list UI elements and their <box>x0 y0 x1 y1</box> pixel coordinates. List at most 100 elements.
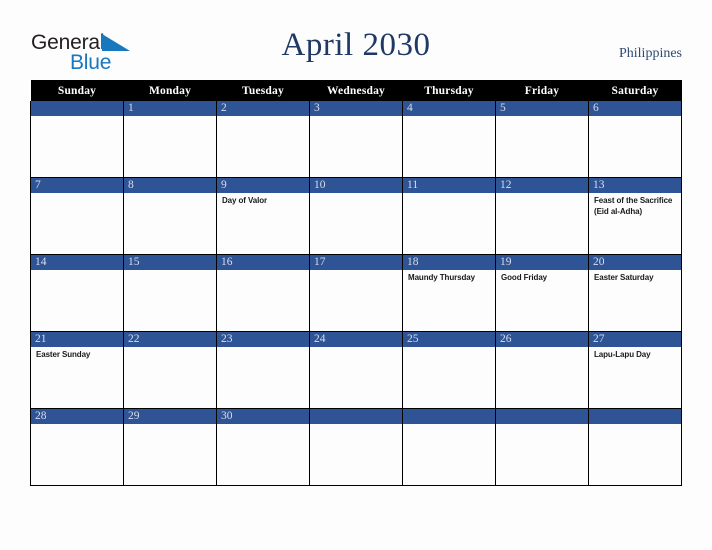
day-number: 19 <box>496 255 588 270</box>
calendar-day-cell[interactable]: 8 <box>123 177 217 255</box>
day-events <box>310 116 402 119</box>
weekday-header-row: Sunday Monday Tuesday Wednesday Thursday… <box>30 80 682 101</box>
day-number: 11 <box>403 178 495 193</box>
calendar-empty-cell <box>588 408 682 486</box>
day-events <box>403 116 495 119</box>
holiday-event: Good Friday <box>501 273 548 282</box>
calendar-day-cell[interactable]: 3 <box>309 101 403 178</box>
calendar-day-cell[interactable]: 16 <box>216 254 310 332</box>
weekday-header-thursday: Thursday <box>402 80 496 101</box>
calendar-empty-cell <box>495 408 589 486</box>
day-events <box>310 270 402 273</box>
day-number <box>310 409 402 424</box>
weekday-header-tuesday: Tuesday <box>216 80 310 101</box>
calendar-day-cell[interactable]: 4 <box>402 101 496 178</box>
calendar-day-cell[interactable]: 12 <box>495 177 589 255</box>
day-number: 4 <box>403 101 495 116</box>
day-number: 6 <box>589 101 681 116</box>
day-number: 9 <box>217 178 309 193</box>
day-events <box>403 424 495 427</box>
day-events <box>496 116 588 119</box>
calendar-day-cell[interactable]: 9 Day of Valor <box>216 177 310 255</box>
day-events <box>496 193 588 196</box>
day-events <box>124 347 216 350</box>
calendar-day-cell[interactable]: 15 <box>123 254 217 332</box>
day-number: 1 <box>124 101 216 116</box>
day-number: 8 <box>124 178 216 193</box>
weekday-header-monday: Monday <box>123 80 217 101</box>
day-number: 17 <box>310 255 402 270</box>
calendar-day-cell[interactable]: 18 Maundy Thursday <box>402 254 496 332</box>
day-events <box>310 193 402 196</box>
day-number <box>31 101 123 116</box>
day-number: 3 <box>310 101 402 116</box>
day-events <box>31 424 123 427</box>
calendar-day-cell[interactable]: 28 <box>30 408 124 486</box>
calendar-day-cell[interactable]: 6 <box>588 101 682 178</box>
calendar-week-row: 7 8 9 Day of Valor 10 11 12 13 Feast of the Sacr… <box>30 177 682 255</box>
day-events <box>217 116 309 119</box>
day-events <box>217 270 309 273</box>
day-events <box>217 347 309 350</box>
day-events <box>31 193 123 196</box>
day-number: 13 <box>589 178 681 193</box>
calendar-day-cell[interactable]: 29 <box>123 408 217 486</box>
day-number: 5 <box>496 101 588 116</box>
calendar-day-cell[interactable]: 26 <box>495 331 589 409</box>
calendar-day-cell[interactable]: 23 <box>216 331 310 409</box>
day-number: 18 <box>403 255 495 270</box>
calendar-day-cell[interactable]: 14 <box>30 254 124 332</box>
calendar-week-row: 21 Easter Sunday 22 23 24 25 26 27 Lapu-Lapu Day <box>30 331 682 409</box>
day-number <box>496 409 588 424</box>
calendar-empty-cell <box>309 408 403 486</box>
day-events: Feast of the Sacrifice (Eid al-Adha) <box>589 193 681 217</box>
calendar-week-row: 123456 <box>30 101 682 178</box>
calendar-day-cell[interactable]: 25 <box>402 331 496 409</box>
country-label: Philippines <box>618 46 682 61</box>
day-number: 21 <box>31 332 123 347</box>
calendar-day-cell[interactable]: 21 Easter Sunday <box>30 331 124 409</box>
weekday-header-sunday: Sunday <box>30 80 124 101</box>
calendar-day-cell[interactable]: 2 <box>216 101 310 178</box>
day-events: Easter Saturday <box>589 270 681 284</box>
day-events: Good Friday <box>496 270 588 284</box>
holiday-event: Lapu-Lapu Day <box>594 350 651 359</box>
day-number: 27 <box>589 332 681 347</box>
day-events <box>403 193 495 196</box>
calendar-empty-cell <box>30 101 124 178</box>
calendar-week-row: 28 29 30 <box>30 408 682 486</box>
calendar-day-cell[interactable]: 11 <box>402 177 496 255</box>
calendar-day-cell[interactable]: 19 Good Friday <box>495 254 589 332</box>
day-events <box>496 424 588 427</box>
day-events <box>124 193 216 196</box>
day-number: 25 <box>403 332 495 347</box>
day-events <box>310 424 402 427</box>
day-events: Maundy Thursday <box>403 270 495 284</box>
calendar-week-row: 14 15 16 17 18 Maundy Thursday 19 Good Friday 20… <box>30 254 682 332</box>
calendar-empty-cell <box>402 408 496 486</box>
calendar-day-cell[interactable]: 30 <box>216 408 310 486</box>
day-events <box>310 347 402 350</box>
calendar-page: General Blue April 2030 Philippines Sund… <box>0 0 712 550</box>
day-events <box>589 116 681 119</box>
day-number: 29 <box>124 409 216 424</box>
calendar-day-cell[interactable]: 22 <box>123 331 217 409</box>
calendar-day-cell[interactable]: 10 <box>309 177 403 255</box>
calendar-day-cell[interactable]: 7 <box>30 177 124 255</box>
calendar-day-cell[interactable]: 5 <box>495 101 589 178</box>
day-number: 23 <box>217 332 309 347</box>
calendar-day-cell[interactable]: 27 Lapu-Lapu Day <box>588 331 682 409</box>
day-events <box>31 116 123 119</box>
calendar-grid: Sunday Monday Tuesday Wednesday Thursday… <box>30 80 682 486</box>
holiday-event: Easter Sunday <box>36 350 91 359</box>
calendar-day-cell[interactable]: 13 Feast of the Sacrifice (Eid al-Adha) <box>588 177 682 255</box>
day-number: 22 <box>124 332 216 347</box>
day-events: Day of Valor <box>217 193 309 207</box>
day-events <box>124 116 216 119</box>
calendar-day-cell[interactable]: 1 <box>123 101 217 178</box>
calendar-day-cell[interactable]: 20 Easter Saturday <box>588 254 682 332</box>
day-number: 26 <box>496 332 588 347</box>
holiday-event: Day of Valor <box>222 196 268 205</box>
calendar-day-cell[interactable]: 24 <box>309 331 403 409</box>
calendar-day-cell[interactable]: 17 <box>309 254 403 332</box>
